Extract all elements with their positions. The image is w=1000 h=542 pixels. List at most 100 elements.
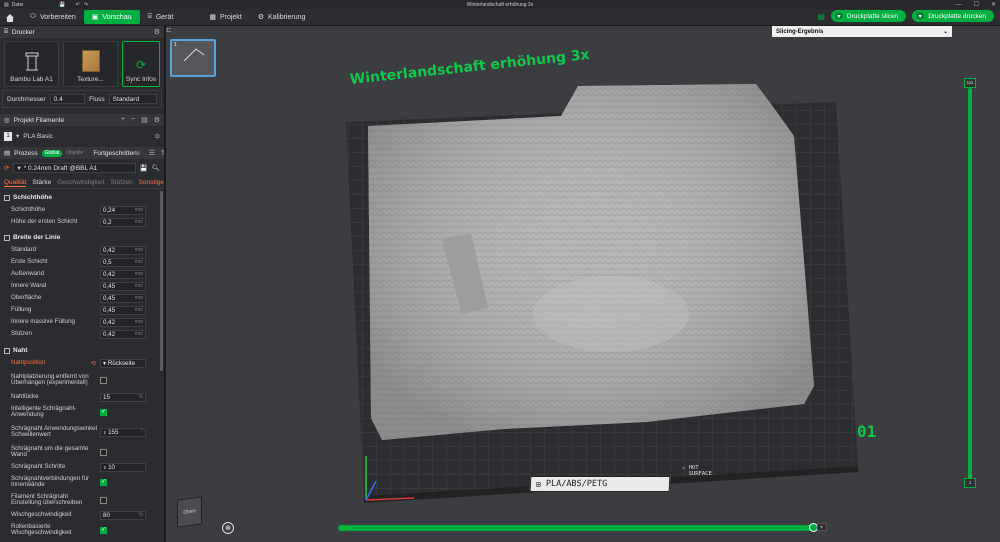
wipe-speed-input[interactable]: 80% [100, 510, 146, 520]
save-profile-icon[interactable]: 💾 [140, 164, 148, 172]
subtab-speed[interactable]: Geschwindigkeit [57, 179, 104, 186]
param-unit: mm [134, 219, 143, 225]
process-icon: ▤ [4, 150, 11, 157]
line-width-icon [4, 234, 10, 241]
maximize-button[interactable]: ☐ [974, 1, 979, 8]
sidebar-scrollbar[interactable] [160, 191, 163, 371]
move-slider[interactable] [338, 523, 818, 532]
tab-prepare[interactable]: ⬭ Vorbereiten [22, 10, 84, 24]
printer-selector[interactable]: Bambu Lab A1 [4, 41, 59, 87]
smart-scarf-checkbox[interactable] [100, 408, 107, 416]
close-button[interactable]: ✕ [991, 1, 996, 8]
tab-device-label: Gerät [155, 13, 174, 21]
slice-plate-button[interactable]: ▾ Druckplatte slicen [830, 10, 907, 22]
move-slider-end[interactable]: ▸ [817, 523, 827, 531]
scarf-override-checkbox[interactable] [100, 496, 107, 504]
roller-wipe-checkbox[interactable] [100, 526, 107, 534]
remove-icon[interactable]: − [131, 116, 135, 124]
layer-top-handle[interactable]: 111 [964, 78, 976, 88]
objects-toggle[interactable]: Objekte [66, 150, 83, 156]
param-input[interactable]: 0,42 mm [100, 317, 146, 327]
home-icon[interactable] [2, 10, 18, 24]
param-input[interactable]: 0,2 mm [100, 217, 146, 227]
filament-settings-icon[interactable]: ⊙ [155, 132, 160, 140]
seam-gap-row: Nahtlücke 15% [0, 391, 164, 403]
plate-grid-icon: ⊞ [535, 479, 542, 489]
print-plate-button[interactable]: ▾ Druckplatte drucken [912, 10, 994, 22]
subtab-others[interactable]: Sonstige [139, 179, 164, 186]
process-profile-select[interactable]: ▾ * 0.24mm Draft @BBL A1 [13, 163, 136, 173]
reset-icon[interactable]: ⟲ [91, 360, 96, 367]
tab-device[interactable]: ⌸ Gerät [140, 10, 182, 24]
scarf-steps-label: Schrägnaht Schritte [11, 462, 66, 470]
param-input[interactable]: 0,42 mm [100, 269, 146, 279]
search-icon[interactable]: 🔍︎ [152, 164, 160, 172]
flow-select[interactable]: Standard [108, 94, 157, 104]
group-line-width-title: Breite der Linie [13, 234, 61, 241]
seam-gap-input[interactable]: 15% [100, 392, 146, 402]
plate-icon[interactable]: ▤ [817, 12, 825, 21]
param-unit: mm [134, 331, 143, 337]
param-input[interactable]: 0,45 mm [100, 305, 146, 315]
tab-project[interactable]: ▦ Projekt [201, 10, 249, 24]
file-menu[interactable]: ▤ Datei [4, 2, 23, 8]
tab-preview[interactable]: ▣ Vorschau [83, 10, 140, 24]
layer-slider-track[interactable] [968, 88, 972, 480]
sync-filament-icon[interactable]: ▤ [141, 116, 148, 124]
subtab-strength[interactable]: Stärke [32, 179, 51, 186]
scarf-angle-input[interactable]: ⇕ 155 ° [100, 427, 146, 437]
param-input[interactable]: 0,45 mm [100, 293, 146, 303]
param-input[interactable]: 0,24 mm [100, 205, 146, 215]
param-input[interactable]: 0,42 mm [100, 329, 146, 339]
param-row: Höhe der ersten Schicht 0,2 mm [0, 216, 164, 228]
layer-slider[interactable]: 111 1 [964, 78, 976, 488]
minimize-button[interactable]: — [956, 2, 962, 8]
nozzle-row: Durchmesser 0.4 Fluss Standard [2, 90, 162, 108]
compare-icon[interactable]: ⇅ [161, 149, 164, 157]
subtab-quality[interactable]: Qualität [4, 179, 27, 187]
layer-bottom-handle[interactable]: 1 [964, 478, 976, 488]
save-icon[interactable]: 💾 [59, 2, 65, 8]
param-input[interactable]: 0,45 mm [100, 281, 146, 291]
param-value: 0,45 [103, 306, 116, 314]
param-row: Stützen 0,42 mm [0, 328, 164, 340]
prepare-icon: ⬭ [30, 13, 36, 20]
orientation-cube[interactable]: Oben [177, 496, 202, 528]
file-menu-label: Datei [11, 1, 24, 8]
gear-icon[interactable]: ⚙ [154, 116, 160, 124]
warning-icon: ⚠ [682, 465, 686, 471]
param-value: 0,45 [103, 282, 116, 290]
filament-item[interactable]: 1 ▾ PLA Basic ⊙ [0, 129, 164, 143]
scarf-whole-wall-checkbox[interactable] [100, 448, 107, 456]
seam-overhang-checkbox[interactable] [100, 376, 107, 384]
scarf-steps-input[interactable]: ⇕ 10 [100, 462, 146, 472]
view-settings-icon[interactable]: ⊛ [222, 522, 234, 534]
gear-icon[interactable]: ⚙ [154, 28, 160, 36]
param-label: Innere massive Füllung [11, 317, 75, 325]
tab-calibration[interactable]: ⚙ Kalibrierung [250, 10, 314, 24]
sync-info-button[interactable]: ⟳ Sync Infos [122, 41, 160, 87]
param-row: Oberfläche 0,45 mm [0, 292, 164, 304]
chevron-down-icon: ▾ [834, 12, 843, 20]
param-input[interactable]: 0,42 mm [100, 245, 146, 255]
process-section-title: Prozess [14, 149, 38, 157]
global-toggle[interactable]: Global [41, 149, 63, 157]
3d-viewport[interactable]: ⊏ 1 Slicing-Ergebnis ⌄ Winterlandschaft … [166, 26, 1000, 542]
param-unit: mm [134, 271, 143, 277]
diameter-select[interactable]: 0.4 [49, 94, 86, 104]
scarf-inner-checkbox[interactable] [100, 478, 107, 486]
texture-selector[interactable]: Texture... [63, 41, 118, 87]
param-input[interactable]: 0,5 mm [100, 257, 146, 267]
param-row: Außenwand 0,42 mm [0, 268, 164, 280]
stepper-icon[interactable]: ⇕ [103, 465, 106, 470]
printer-section-title: Drucker [11, 28, 35, 36]
list-icon[interactable]: ☰ [149, 149, 155, 157]
subtab-support[interactable]: Stützen [111, 179, 133, 186]
group-seam-title: Naht [13, 347, 28, 354]
add-icon[interactable]: + [121, 116, 125, 124]
filament-section-title: Projekt Filamente [13, 116, 65, 124]
seam-position-select[interactable]: ▾ Rückseite [100, 358, 146, 368]
stepper-icon[interactable]: ⇕ [103, 430, 106, 435]
undo-icon[interactable]: ↶ [76, 2, 80, 8]
redo-icon[interactable]: ↷ [84, 2, 88, 8]
